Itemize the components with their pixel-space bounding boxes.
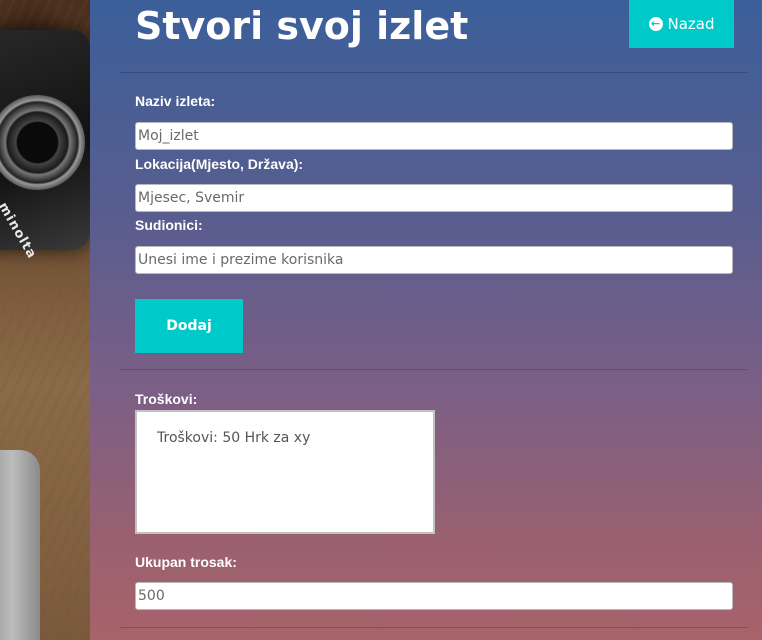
total-cost-input[interactable] [135,582,733,610]
back-button[interactable]: ← Nazad [629,0,734,48]
location-label: Lokacija(Mjesto, Država): [135,156,304,172]
background-photo: minolta [0,0,90,640]
costs-textarea[interactable]: Troškovi: 50 Hrk za xy [135,410,435,534]
participants-label: Sudionici: [135,217,203,233]
section-divider [120,369,748,370]
costs-label: Troškovi: [135,391,198,407]
create-trip-panel: Stvori svoj izlet ← Nazad Naziv izleta: … [90,0,762,640]
arrow-left-circle-icon: ← [648,17,663,31]
header-divider [120,72,748,73]
add-participant-button[interactable]: Dodaj [135,299,243,353]
footer-divider [120,627,748,628]
page-title: Stvori svoj izlet [135,4,469,48]
participants-input[interactable] [135,246,733,274]
back-button-label: Nazad [667,15,715,33]
trip-name-label: Naziv izleta: [135,93,216,109]
trip-name-input[interactable] [135,122,733,150]
laptop-image [0,450,40,640]
location-input[interactable] [135,184,733,212]
total-cost-label: Ukupan trosak: [135,554,237,570]
